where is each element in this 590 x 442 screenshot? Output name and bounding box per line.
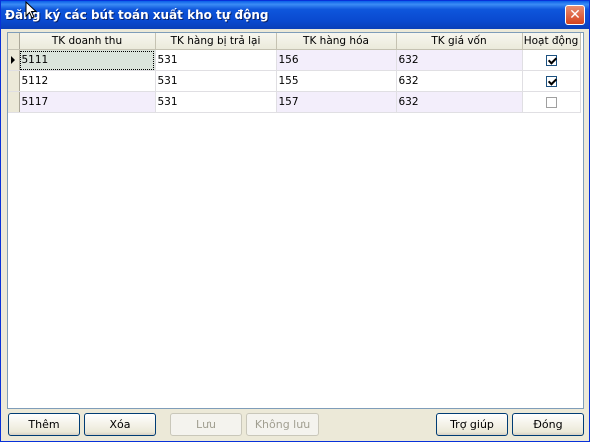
save-button-label: Lưu [195, 418, 217, 431]
cell-tk-hang-bi-tra-lai[interactable]: 531 [155, 91, 277, 113]
row-header[interactable] [8, 49, 20, 71]
column-header-hoat-dong[interactable]: Hoạt động [522, 33, 581, 50]
active-checkbox[interactable] [545, 96, 557, 108]
data-grid[interactable]: TK doanh thu TK hàng bị trả lại TK hàng … [7, 32, 584, 409]
cell-tk-doanh-thu[interactable]: 5111 [19, 49, 156, 71]
discard-button-label: Không lưu [254, 418, 311, 431]
row-header[interactable] [8, 70, 20, 92]
cell-tk-gia-von[interactable]: 632 [396, 70, 523, 92]
cell-hoat-dong[interactable] [522, 49, 581, 71]
cell-tk-doanh-thu[interactable]: 5117 [19, 91, 156, 113]
table-row[interactable]: 5117 531 157 632 [8, 91, 581, 113]
delete-button-label: Xóa [109, 418, 131, 431]
cell-tk-doanh-thu[interactable]: 5112 [19, 70, 156, 92]
cell-tk-hang-bi-tra-lai[interactable]: 531 [155, 49, 277, 71]
help-button-label: Trợ giúp [450, 418, 494, 431]
close-button[interactable]: ✕ [565, 5, 585, 25]
cell-hoat-dong[interactable] [522, 91, 581, 113]
grid-corner-header[interactable] [8, 33, 20, 50]
close-dialog-button-label: Đóng [533, 418, 563, 431]
close-dialog-button[interactable]: Đóng [512, 413, 584, 436]
dialog-window: Đăng ký các bút toán xuất kho tự động ✕ [0, 0, 590, 442]
active-checkbox[interactable] [545, 54, 557, 66]
cell-tk-gia-von[interactable]: 632 [396, 91, 523, 113]
window-title: Đăng ký các bút toán xuất kho tự động [5, 8, 269, 22]
help-button[interactable]: Trợ giúp [436, 413, 508, 436]
active-checkbox[interactable] [545, 75, 557, 87]
add-button-label: Thêm [28, 418, 60, 431]
add-button[interactable]: Thêm [8, 413, 80, 436]
column-header-tk-hang-hoa[interactable]: TK hàng hóa [276, 33, 397, 50]
discard-button[interactable]: Không lưu [246, 413, 319, 436]
save-button[interactable]: Lưu [170, 413, 242, 436]
table-row[interactable]: 5111 531 156 632 [8, 49, 581, 71]
table-row[interactable]: 5112 531 155 632 [8, 70, 581, 92]
current-row-arrow-icon [11, 56, 15, 64]
column-header-tk-gia-von[interactable]: TK giá vốn [396, 33, 523, 50]
cell-tk-gia-von[interactable]: 632 [396, 49, 523, 71]
cell-tk-hang-bi-tra-lai[interactable]: 531 [155, 70, 277, 92]
mouse-cursor-icon [25, 1, 37, 19]
cell-tk-hang-hoa[interactable]: 156 [276, 49, 397, 71]
delete-button[interactable]: Xóa [84, 413, 156, 436]
cell-hoat-dong[interactable] [522, 70, 581, 92]
cell-tk-hang-hoa[interactable]: 155 [276, 70, 397, 92]
close-icon: ✕ [569, 7, 581, 23]
client-area: TK doanh thu TK hàng bị trả lại TK hàng … [4, 29, 586, 439]
cell-tk-hang-hoa[interactable]: 157 [276, 91, 397, 113]
title-bar[interactable]: Đăng ký các bút toán xuất kho tự động ✕ [1, 1, 589, 29]
column-header-tk-hang-bi-tra-lai[interactable]: TK hàng bị trả lại [155, 33, 277, 50]
grid-table: TK doanh thu TK hàng bị trả lại TK hàng … [8, 33, 581, 113]
row-header[interactable] [8, 91, 20, 113]
column-header-tk-doanh-thu[interactable]: TK doanh thu [19, 33, 156, 50]
